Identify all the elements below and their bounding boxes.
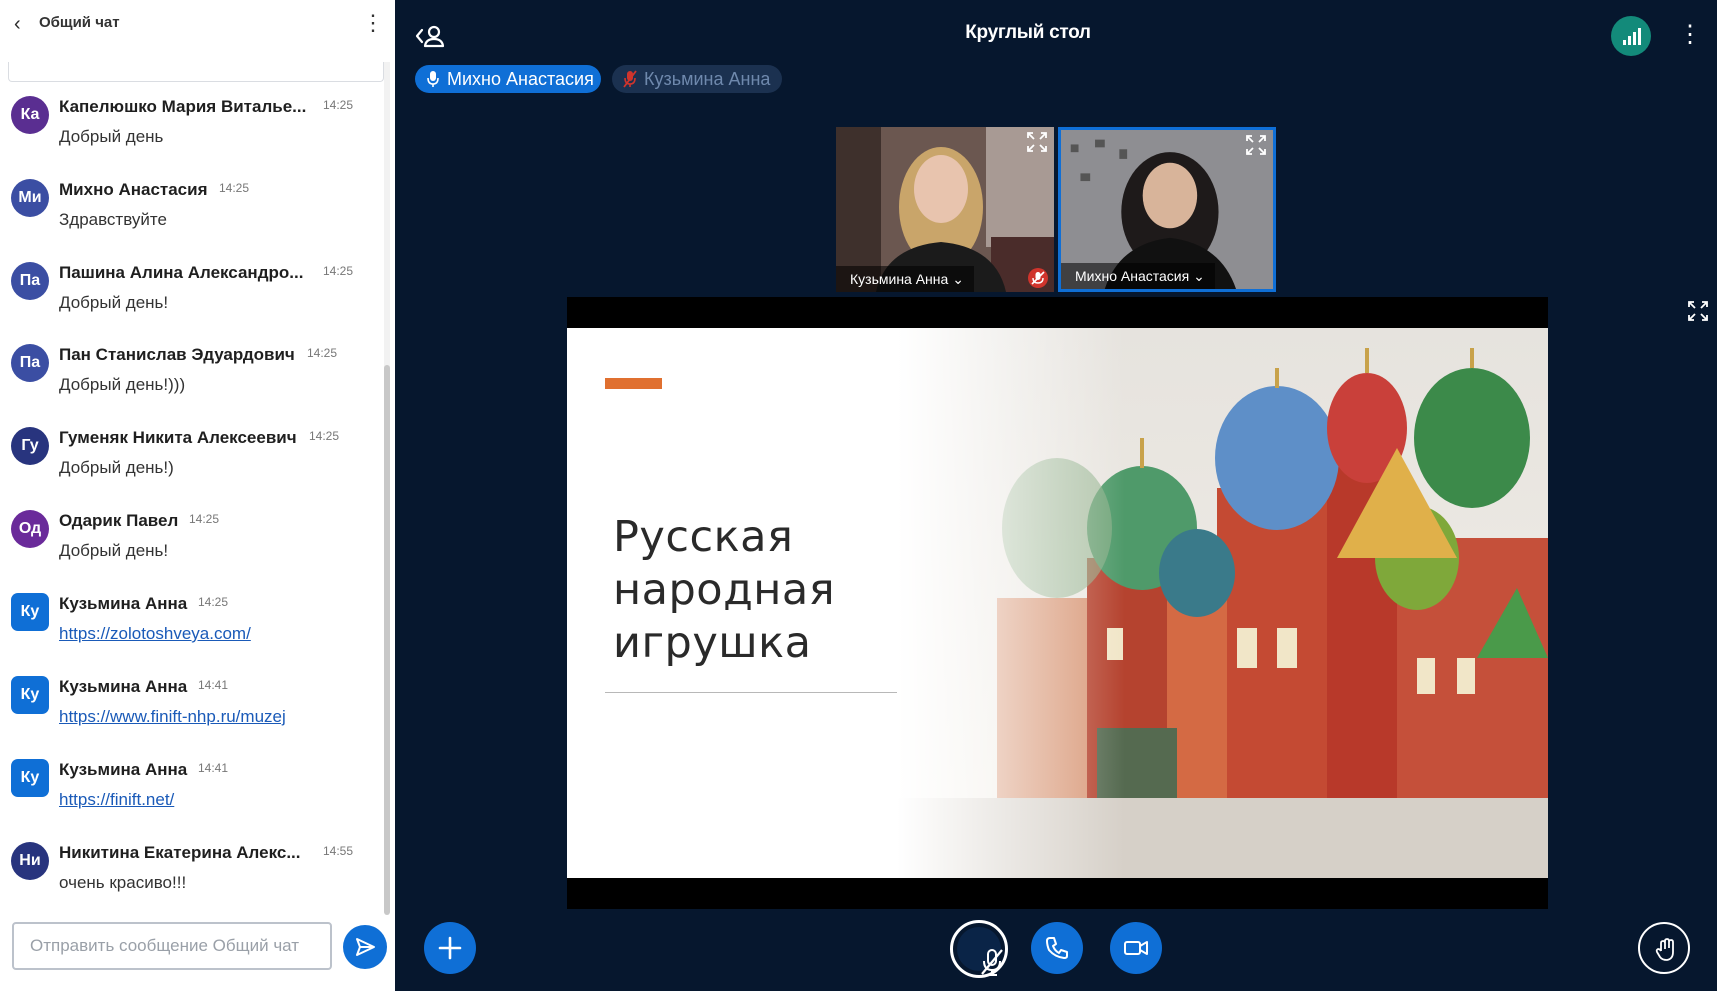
connection-status-button[interactable]	[1611, 16, 1651, 56]
chat-header: ‹ Общий чат ⋮	[0, 0, 395, 48]
send-icon	[356, 938, 375, 956]
message-time: 14:25	[309, 429, 340, 443]
talking-indicator[interactable]: Михно Анастасия	[415, 65, 601, 93]
message-text: Добрый день!)	[59, 458, 174, 477]
avatar: Ку	[11, 759, 49, 797]
message-time: 14:25	[323, 264, 354, 278]
talking-indicator[interactable]: Кузьмина Анна	[612, 65, 782, 93]
message-time: 14:25	[323, 98, 354, 112]
send-button[interactable]	[343, 925, 387, 969]
message-author: Кузьмина Анна	[59, 594, 188, 613]
chat-title: Общий чат	[39, 14, 120, 31]
meeting-title: Круглый стол	[965, 22, 1091, 43]
chat-panel: ‹ Общий чат ⋮ Ка Капелюшко Мария Виталье.…	[0, 0, 395, 991]
message-time: 14:25	[307, 346, 338, 360]
fullscreen-icon[interactable]	[1026, 131, 1048, 153]
message-link[interactable]: https://www.finift-nhp.ru/muzej	[59, 707, 286, 727]
message-time: 14:41	[198, 761, 229, 775]
talking-indicator-label: Кузьмина Анна	[644, 69, 771, 89]
phone-icon	[1046, 937, 1068, 959]
chat-scrollbar-thumb[interactable]	[384, 365, 390, 915]
fullscreen-icon[interactable]	[1687, 300, 1709, 322]
unmute-button[interactable]	[950, 920, 1008, 978]
video-tile-active[interactable]: Михно Анастасия ⌄	[1058, 127, 1276, 292]
talking-indicator-label: Михно Анастасия	[447, 69, 594, 89]
message-text: Здравствуйте	[59, 210, 167, 229]
options-menu-icon[interactable]: ⋮	[1678, 22, 1702, 50]
presentation-area[interactable]: Русская народная игрушка	[567, 297, 1548, 909]
chat-message: Гу Гуменяк Никита Алексеевич 14:25 Добрый д…	[0, 427, 380, 497]
avatar: Па	[11, 344, 49, 382]
avatar: Па	[11, 262, 49, 300]
message-author: Никитина Екатерина Алекс...	[59, 843, 301, 862]
raise-hand-button[interactable]	[1638, 922, 1690, 974]
video-camera-icon	[1124, 941, 1148, 955]
raise-hand-icon	[1655, 938, 1674, 961]
microphone-off-icon	[1028, 268, 1048, 288]
cathedral-image	[897, 328, 1548, 878]
chat-message: Ку Кузьмина Анна 14:25 https://zolotoshveya…	[0, 593, 380, 663]
chat-message: Ми Михно Анастасия 14:25 Здравствуйте	[0, 179, 380, 249]
plus-icon	[438, 936, 462, 960]
message-text: Добрый день!	[59, 541, 169, 560]
slide-title: Русская народная игрушка	[613, 512, 836, 668]
message-time: 14:41	[198, 678, 229, 692]
message-text: Добрый день	[59, 127, 164, 146]
chat-message: Па Пан Станислав Эдуардович 14:25 Добрый де…	[0, 344, 380, 414]
slide-accent-bar	[605, 378, 662, 389]
share-camera-button[interactable]	[1110, 922, 1162, 974]
video-tile[interactable]: Кузьмина Анна ⌄	[836, 127, 1054, 292]
chat-message: Ни Никитина Екатерина Алекс... 14:55 очень …	[0, 842, 380, 912]
microphone-off-icon	[623, 70, 637, 88]
message-text: Добрый день!)))	[59, 375, 186, 394]
meeting-area: Круглый стол ⋮ Михно Анастасия Кузьмина …	[395, 0, 1717, 991]
chat-message: Од Одарик Павел 14:25 Добрый день!	[0, 510, 380, 580]
chevron-left-icon[interactable]: ‹	[14, 10, 34, 38]
chat-message: Па Пашина Алина Александро... 14:25 Добрый …	[0, 262, 380, 332]
message-author: Пашина Алина Александро...	[59, 263, 304, 282]
chat-message: Ку Кузьмина Анна 14:41 https://www.finift-n…	[0, 676, 380, 746]
chat-history-edge	[8, 62, 384, 82]
message-time: 14:55	[323, 844, 354, 858]
message-link[interactable]: https://finift.net/	[59, 790, 174, 810]
audio-button[interactable]	[1031, 922, 1083, 974]
slide-divider	[605, 692, 925, 693]
chat-options-icon[interactable]: ⋮	[362, 10, 384, 38]
mic-button-inner	[957, 927, 1003, 976]
avatar: Гу	[11, 427, 49, 465]
actions-button[interactable]	[424, 922, 476, 974]
message-author: Кузьмина Анна	[59, 760, 188, 779]
message-text: Добрый день!	[59, 293, 169, 312]
message-author: Капелюшко Мария Виталье...	[59, 97, 307, 116]
signal-bars-icon	[1623, 28, 1641, 45]
video-participant-name[interactable]: Кузьмина Анна ⌄	[836, 266, 974, 292]
video-participant-name[interactable]: Михно Анастасия ⌄	[1061, 263, 1215, 289]
microphone-off-icon	[981, 949, 1003, 976]
message-text: очень красиво!!!	[59, 873, 187, 892]
microphone-icon	[427, 71, 439, 87]
message-link[interactable]: https://zolotoshveya.com/	[59, 624, 251, 644]
avatar: Ку	[11, 593, 49, 631]
presentation-slide: Русская народная игрушка	[567, 328, 1548, 878]
message-author: Кузьмина Анна	[59, 677, 188, 696]
message-author: Михно Анастасия	[59, 180, 208, 199]
chat-message: Ку Кузьмина Анна 14:41 https://finift.net/	[0, 759, 380, 829]
chat-message: Ка Капелюшко Мария Виталье... 14:25 Добрый …	[0, 96, 380, 166]
avatar: Ка	[11, 96, 49, 134]
avatar: Ку	[11, 676, 49, 714]
fullscreen-icon[interactable]	[1245, 134, 1267, 156]
message-time: 14:25	[219, 181, 250, 195]
message-author: Одарик Павел	[59, 511, 179, 530]
avatar: Ми	[11, 179, 49, 217]
message-time: 14:25	[189, 512, 220, 526]
avatar: Од	[11, 510, 49, 548]
chat-message-input[interactable]	[12, 922, 332, 970]
avatar: Ни	[11, 842, 49, 880]
message-author: Гуменяк Никита Алексеевич	[59, 428, 297, 447]
message-author: Пан Станислав Эдуардович	[59, 345, 295, 364]
message-time: 14:25	[198, 595, 229, 609]
